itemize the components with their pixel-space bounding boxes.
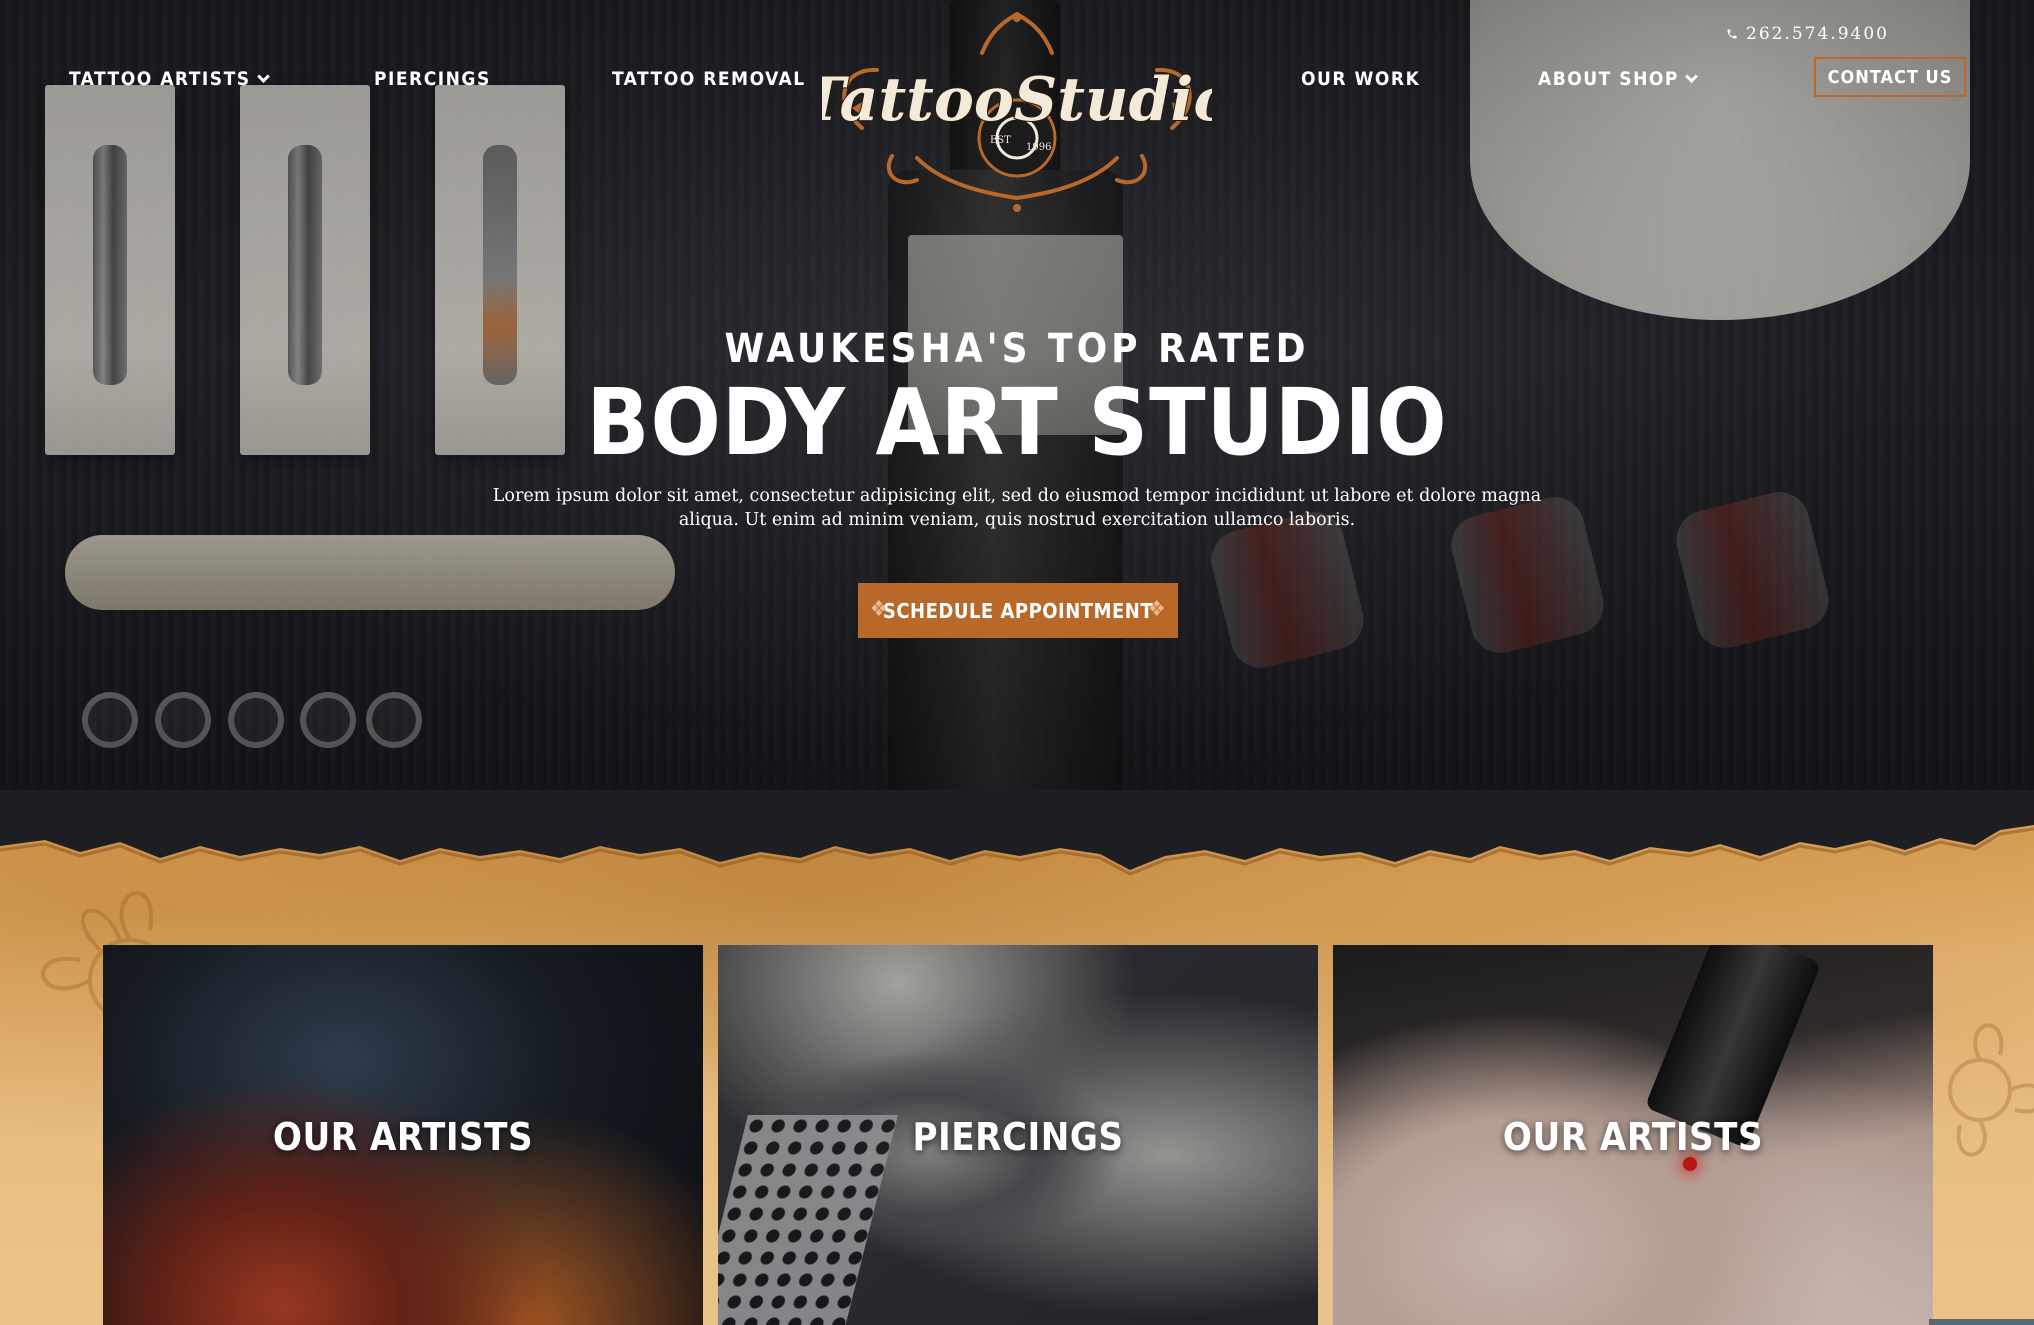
phone-icon — [1727, 29, 1737, 39]
card-title: OUR ARTISTS — [1502, 1115, 1764, 1159]
chevron-down-icon — [1685, 69, 1698, 83]
logo-est: EST — [990, 135, 1011, 146]
logo-wordmark: TattooStudio — [822, 65, 1212, 135]
hero-eyebrow: WAUKESHA'S TOP RATED — [724, 326, 1310, 372]
nav-tattoo-artists[interactable]: TATTOO ARTISTS — [69, 66, 270, 92]
cta-label: SCHEDULE APPOINTMENT — [882, 598, 1154, 623]
phone-link[interactable]: 262.574.9400 — [1726, 24, 1889, 44]
hero-headline: BODY ART STUDIO — [586, 369, 1448, 476]
phone-number: 262.574.9400 — [1746, 24, 1889, 44]
nav-label: TATTOO ARTISTS — [69, 68, 251, 90]
hero-description: Lorem ipsum dolor sit amet, consectetur … — [492, 486, 1542, 530]
nav-tattoo-removal[interactable]: TATTOO REMOVAL — [612, 66, 806, 92]
ornament-icon: ❖ — [1147, 597, 1167, 622]
logo-emblem: EST 1996 TattooStudio — [800, 11, 1234, 212]
nav-about-shop[interactable]: ABOUT SHOP — [1538, 66, 1698, 92]
nav-label: OUR WORK — [1301, 68, 1421, 90]
torn-paper-edge — [0, 790, 2034, 876]
service-card-tattoo-removal[interactable]: OUR ARTISTS — [1333, 945, 1933, 1325]
site-logo[interactable]: EST 1996 TattooStudio — [800, 8, 1234, 213]
service-card-piercings[interactable]: PIERCINGS — [718, 945, 1318, 1325]
nav-piercings[interactable]: PIERCINGS — [374, 66, 491, 92]
nav-label: TATTOO REMOVAL — [612, 68, 806, 90]
nav-label: ABOUT SHOP — [1538, 68, 1679, 90]
card-title: PIERCINGS — [912, 1115, 1124, 1159]
corner-widget-tab[interactable] — [1929, 1319, 2034, 1325]
service-card-our-artists[interactable]: OUR ARTISTS — [103, 945, 703, 1325]
schedule-appointment-button[interactable]: ❖ SCHEDULE APPOINTMENT ❖ — [858, 583, 1178, 638]
nav-label: PIERCINGS — [374, 68, 491, 90]
card-title: OUR ARTISTS — [272, 1115, 534, 1159]
nav-our-work[interactable]: OUR WORK — [1301, 66, 1420, 92]
logo-year: 1996 — [1026, 142, 1051, 153]
chevron-down-icon — [256, 69, 270, 83]
ornament-icon: ❖ — [869, 597, 889, 622]
contact-us-button[interactable]: CONTACT US — [1814, 57, 1966, 97]
